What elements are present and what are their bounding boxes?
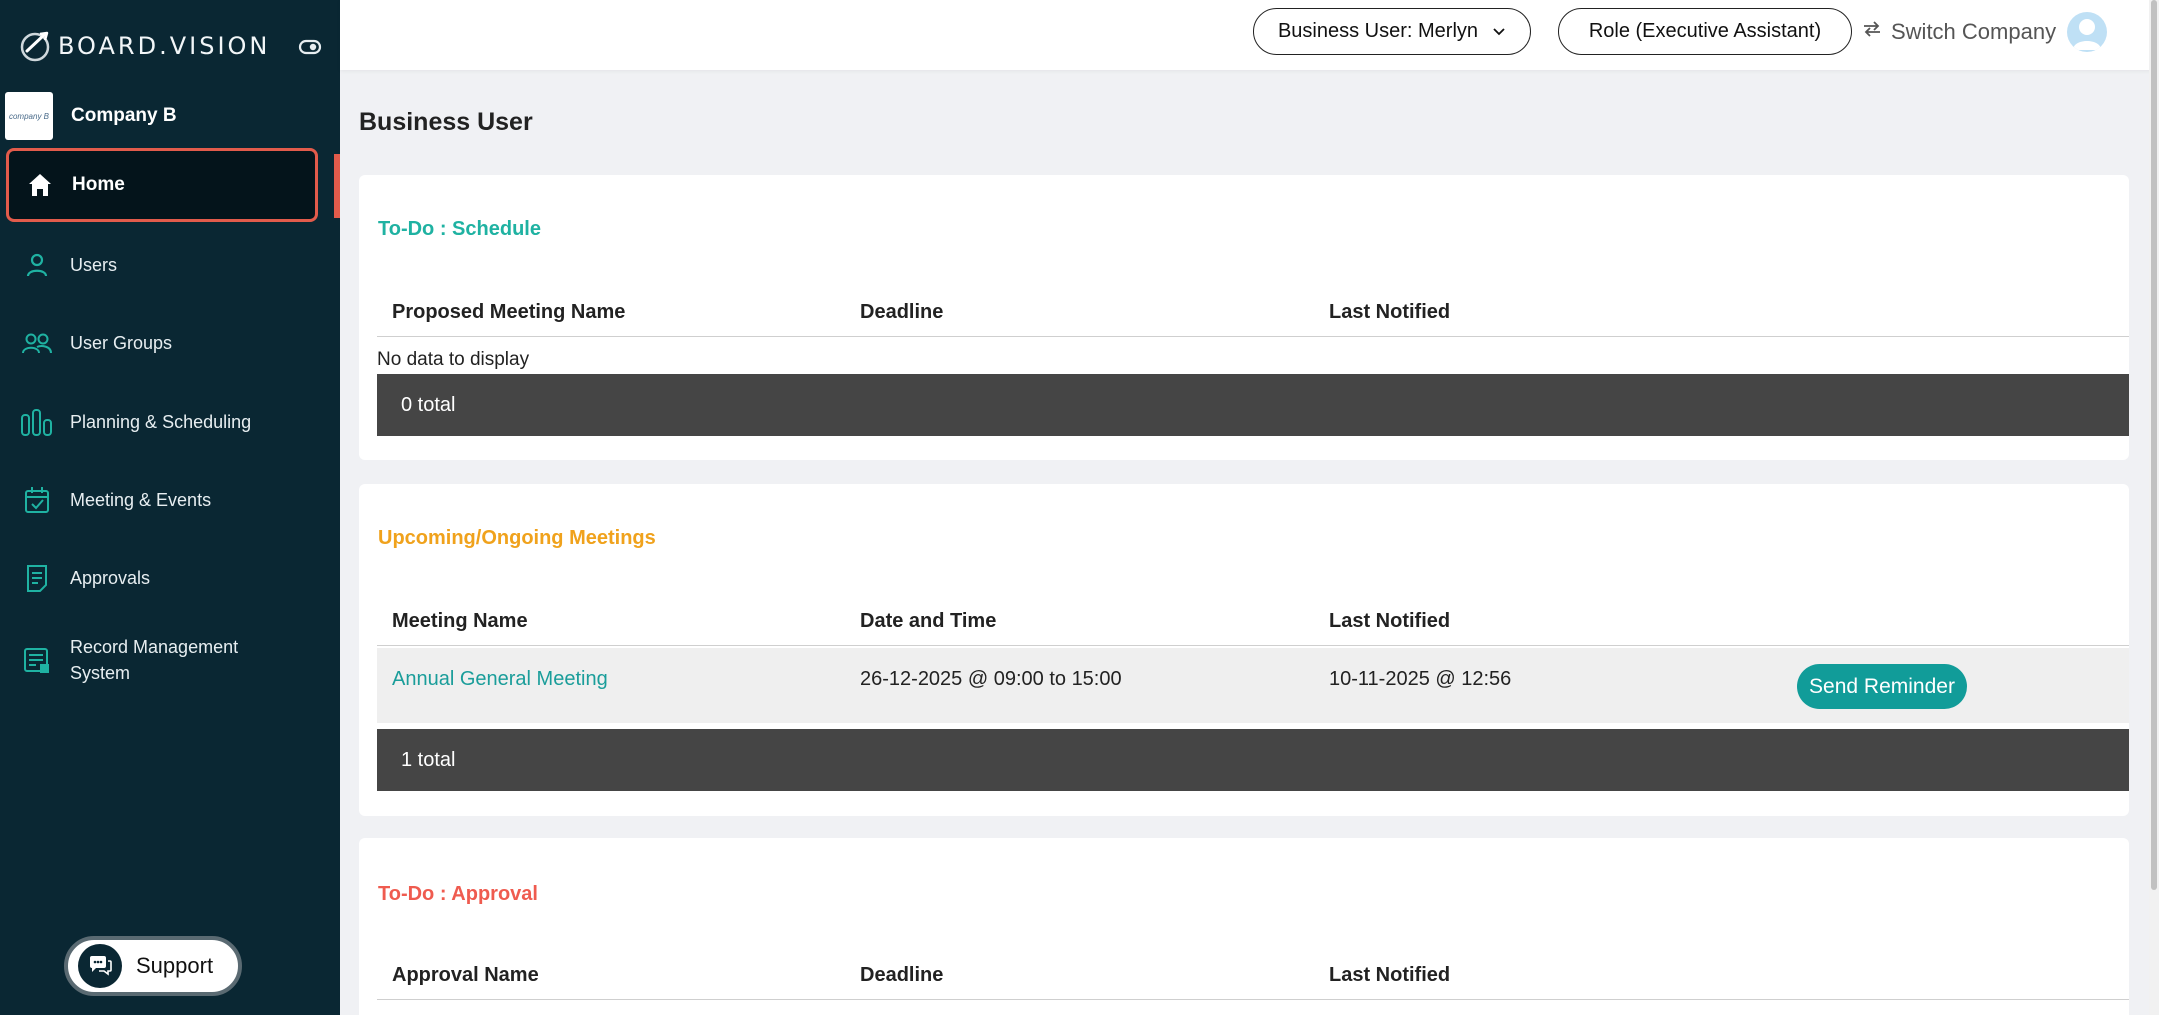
sidebar-item-user-groups[interactable]: User Groups [0, 330, 340, 356]
chevron-down-icon [1492, 20, 1506, 43]
table-footer-total: 1 total [377, 729, 2129, 791]
column-header[interactable]: Last Notified [1329, 964, 1450, 987]
bar-chart-icon [20, 405, 54, 439]
sidebar-item-label: Home [72, 174, 125, 195]
support-button[interactable]: Support [64, 936, 242, 996]
page-title: Business User [359, 108, 533, 136]
table-footer-total: 0 total [377, 374, 2129, 436]
switch-company-label: Switch Company [1891, 19, 2057, 44]
sidebar-item-users[interactable]: Users [0, 252, 340, 278]
sidebar-item-home[interactable]: Home [6, 148, 318, 222]
company-name: Company B [71, 105, 177, 126]
sidebar-item-label: Meeting & Events [70, 490, 212, 510]
table-header: Meeting Name Date and Time Last Notified [377, 610, 2129, 646]
sidebar-toggle-icon[interactable] [297, 34, 323, 60]
column-header[interactable]: Proposed Meeting Name [392, 301, 625, 324]
support-label: Support [136, 953, 214, 978]
user-group-icon [20, 326, 54, 360]
approval-document-icon [20, 561, 54, 595]
send-reminder-button[interactable]: Send Reminder [1797, 664, 1967, 709]
active-indicator [334, 154, 340, 218]
business-user-label: Business User: Merlyn [1277, 20, 1479, 42]
company-selector[interactable]: company B Company B [5, 91, 335, 141]
upcoming-meetings-card: Upcoming/Ongoing Meetings Meeting Name D… [359, 484, 2129, 816]
todo-approval-card: To-Do : Approval Approval Name Deadline … [359, 838, 2129, 1015]
column-header[interactable]: Deadline [860, 301, 943, 324]
column-header[interactable]: Approval Name [392, 964, 539, 987]
meeting-name-link[interactable]: Annual General Meeting [392, 668, 608, 691]
column-header[interactable]: Meeting Name [392, 610, 528, 633]
meeting-last-notified: 10-11-2025 @ 12:56 [1329, 668, 1512, 690]
brand-name: BOARD.VISION [58, 32, 271, 60]
sidebar-item-label: Users [70, 255, 118, 275]
upcoming-meetings-title: Upcoming/Ongoing Meetings [378, 527, 656, 549]
switch-arrows-icon [1861, 18, 1883, 46]
sidebar-item-record-management[interactable]: Record Management System [0, 634, 340, 688]
total-count: 1 total [401, 748, 456, 771]
column-header[interactable]: Last Notified [1329, 301, 1450, 324]
sidebar-item-label-line2: System [70, 663, 131, 683]
todo-approval-title: To-Do : Approval [378, 883, 538, 905]
home-icon [23, 168, 57, 202]
table-row: Annual General Meeting 26-12-2025 @ 09:0… [377, 648, 2129, 723]
role-button[interactable]: Role (Executive Assistant) [1558, 8, 1852, 55]
column-header[interactable]: Deadline [860, 964, 943, 987]
sidebar-item-label: Record Management [70, 637, 239, 657]
role-label: Role (Executive Assistant) [1588, 20, 1822, 42]
sidebar-item-planning-scheduling[interactable]: Planning & Scheduling [0, 409, 340, 436]
table-header: Proposed Meeting Name Deadline Last Noti… [377, 301, 2129, 337]
no-data-message: No data to display [377, 349, 530, 370]
sidebar-item-meeting-events[interactable]: Meeting & Events [0, 487, 340, 513]
top-bar: Business User: Merlyn Role (Executive As… [340, 0, 2159, 70]
table-header: Approval Name Deadline Last Notified [377, 964, 2129, 1000]
calendar-check-icon [20, 483, 54, 517]
user-icon [20, 248, 54, 282]
switch-company-button[interactable]: Switch Company [1861, 14, 2056, 50]
business-user-dropdown[interactable]: Business User: Merlyn [1253, 8, 1531, 55]
sidebar-item-label: Approvals [70, 568, 151, 588]
company-logo: company B [5, 92, 53, 140]
sidebar-item-label: User Groups [70, 333, 173, 353]
sidebar-item-approvals[interactable]: Approvals [0, 565, 340, 592]
record-icon [20, 644, 54, 678]
column-header[interactable]: Date and Time [860, 610, 996, 633]
avatar[interactable] [2067, 12, 2107, 52]
chat-bubble-icon [78, 944, 122, 988]
meeting-datetime: 26-12-2025 @ 09:00 to 15:00 [860, 668, 1122, 690]
brand-logo[interactable]: BOARD.VISION [18, 24, 270, 68]
todo-schedule-card: To-Do : Schedule Proposed Meeting Name D… [359, 175, 2129, 460]
sidebar-item-label: Planning & Scheduling [70, 412, 252, 432]
todo-schedule-title: To-Do : Schedule [378, 218, 541, 240]
sidebar: BOARD.VISION company B Company B Home Us… [0, 0, 340, 1015]
board-vision-logo-icon [20, 31, 50, 62]
column-header[interactable]: Last Notified [1329, 610, 1450, 633]
vertical-scrollbar[interactable] [2149, 0, 2159, 1015]
total-count: 0 total [401, 393, 456, 416]
scrollbar-thumb[interactable] [2151, 0, 2157, 890]
